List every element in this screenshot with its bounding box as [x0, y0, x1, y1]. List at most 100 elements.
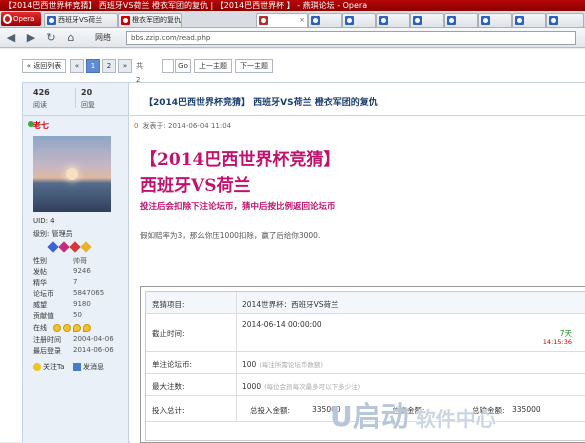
stat-value: 7: [73, 278, 78, 286]
stat-prestige: 威望 9180: [33, 300, 91, 310]
navigation-bar: ◀ ▶ ↻ ⌂ 网络 bbs.zzip.com/read.php: [0, 28, 585, 48]
tab-active[interactable]: ×: [256, 13, 308, 27]
stat-online: 在线: [33, 323, 47, 333]
tab-favicon-icon: [549, 16, 558, 25]
author-sidebar: 426 阅读 20 回复 老七 UID: 4 级别: 管理员 性别 帅哥 发帖 92…: [23, 83, 129, 443]
stat-label: 论坛币: [33, 290, 54, 298]
stat-value: 2004-04-06: [73, 335, 114, 343]
tab-4[interactable]: [342, 13, 376, 27]
tab-label: 西班牙VS荷兰: [58, 16, 103, 24]
tab-6[interactable]: [410, 13, 444, 27]
window-title: 【2014巴西世界杯竞猜】 西班牙VS荷兰 橙衣军团的复仇 | 【2014巴西世…: [0, 0, 585, 11]
tab-8[interactable]: [478, 13, 512, 27]
send-message-link[interactable]: 发消息: [83, 362, 104, 372]
tab-favicon-icon: [447, 16, 456, 25]
tab-5[interactable]: [376, 13, 410, 27]
stat-label: 注册时间: [33, 336, 61, 344]
author-name[interactable]: 老七: [33, 120, 49, 131]
max-hint: (每位会员每次最多可以下多少注): [264, 383, 361, 391]
tab-2[interactable]: 橙衣军团的复仇: [118, 13, 182, 27]
stat-divider: [75, 88, 76, 108]
item-label: 竞猜项目:: [152, 300, 185, 309]
opera-menu-button[interactable]: Opera: [1, 12, 41, 26]
stat-contribution: 贡献值 50: [33, 311, 82, 321]
back-to-list-button[interactable]: « 返回列表: [22, 59, 66, 73]
tab-7[interactable]: [444, 13, 478, 27]
betting-note: 投注后会扣除下注论坛币，猜中后按比例返回论坛币: [140, 202, 336, 212]
page-1-button[interactable]: 1: [86, 59, 100, 73]
replies-count: 20: [81, 88, 93, 97]
tab-3[interactable]: [308, 13, 342, 27]
address-security-label: 网络: [95, 33, 111, 42]
stat-label: 发帖: [33, 268, 47, 276]
deadline-value: 2014-06-14 00:00:00: [242, 320, 322, 329]
tab-favicon-icon: [47, 16, 56, 25]
stat-value: 9180: [73, 300, 91, 308]
post-meta: 0 发表于: 2014-06-04 11:04: [134, 121, 231, 131]
blue-gem-icon: [47, 241, 59, 253]
home-icon[interactable]: ⌂: [64, 31, 78, 45]
stat-label: 精华: [33, 279, 47, 287]
message-icon: [73, 363, 81, 371]
tab-bar: Opera 西班牙VS荷兰 橙衣军团的复仇 ×: [0, 11, 585, 28]
tab-10[interactable]: [546, 13, 584, 27]
reload-icon[interactable]: ↻: [44, 31, 58, 45]
back-icon[interactable]: ◀: [4, 31, 18, 45]
tab-1[interactable]: 西班牙VS荷兰: [44, 13, 118, 27]
moon-level-icon: [83, 324, 91, 332]
page-content: « 返回列表 « 1 2 » 共2页 Go 上一主题 下一主题 426 阅读 2…: [0, 49, 585, 443]
stat-label: 最后登录: [33, 347, 61, 355]
gold-gem-icon: [80, 241, 92, 253]
follow-link[interactable]: 关注Ta: [43, 362, 64, 372]
post-main: 【2014巴西世界杯竞猜】 西班牙VS荷兰 橙衣军团的复仇 0 发表于: 2014…: [130, 83, 585, 443]
tab-favicon-icon: [515, 16, 524, 25]
avatar[interactable]: [33, 136, 111, 212]
uid-line: UID: 4: [33, 217, 55, 225]
stat-coins: 论坛币 5847065: [33, 289, 104, 299]
forward-icon[interactable]: ▶: [24, 31, 38, 45]
tab-favicon-icon: [311, 16, 320, 25]
watermark-logo: U启动 软件中心: [330, 395, 585, 442]
column-divider: [236, 374, 237, 395]
total-label: 投入总计:: [152, 406, 185, 415]
thread-title: 【2014巴西世界杯竞猜】 西班牙VS荷兰 橙衣军团的复仇: [144, 98, 378, 108]
purple-gem-icon: [58, 241, 70, 253]
views-count: 426: [33, 88, 50, 97]
post-frame: 426 阅读 20 回复 老七 UID: 4 级别: 管理员 性别 帅哥 发帖 92…: [22, 82, 585, 443]
next-page-button[interactable]: »: [118, 59, 132, 73]
watermark-brand: U启动: [330, 400, 409, 433]
row-max: 最大注数: 1000 (每位会员每次最多可以下多少注): [146, 374, 585, 396]
stat-label: 威望: [33, 301, 47, 309]
stat-value: 2014-06-06: [73, 346, 114, 354]
next-topic-button[interactable]: 下一主题: [235, 59, 273, 73]
opera-logo-icon: [3, 14, 12, 24]
deadline-label: 截止时间:: [152, 329, 185, 338]
max-value-group: 1000 (每位会员每次最多可以下多少注): [242, 381, 360, 391]
prev-page-button[interactable]: «: [70, 59, 84, 73]
page-number-input[interactable]: [162, 59, 174, 73]
watermark-suffix: 软件中心: [415, 407, 496, 431]
posted-time: 发表于: 2014-06-04 11:04: [142, 122, 232, 130]
row-item: 竞猜项目: 2014世界杯：西班牙VS荷兰: [146, 292, 585, 314]
views-label: 阅读: [33, 101, 47, 109]
page-2-button[interactable]: 2: [102, 59, 116, 73]
floor-number: 0: [134, 122, 139, 130]
stat-gender: 性别 帅哥: [33, 256, 87, 266]
stat-value: 帅哥: [73, 257, 87, 265]
unit-label: 单注论坛币:: [152, 360, 193, 369]
stat-label: 性别: [33, 257, 47, 265]
tab-close-icon[interactable]: ×: [299, 14, 305, 27]
tab-9[interactable]: [512, 13, 546, 27]
stat-value: 5847065: [73, 289, 105, 297]
home-icon: [259, 16, 268, 25]
prev-topic-button[interactable]: 上一主题: [194, 59, 232, 73]
address-field[interactable]: bbs.zzip.com/read.php: [126, 31, 576, 45]
column-divider: [236, 396, 237, 421]
sun-level-icon: [63, 324, 71, 332]
tab-favicon-icon: [121, 16, 130, 25]
row-deadline: 截止时间: 2014-06-14 00:00:00 7天 14:15:36: [146, 314, 585, 352]
stat-label: 在线: [33, 324, 47, 332]
go-button[interactable]: Go: [175, 59, 191, 73]
total-amount-label: 总投入金额:: [250, 406, 291, 415]
post-headline: 【2014巴西世界杯竞猜】: [140, 150, 341, 170]
